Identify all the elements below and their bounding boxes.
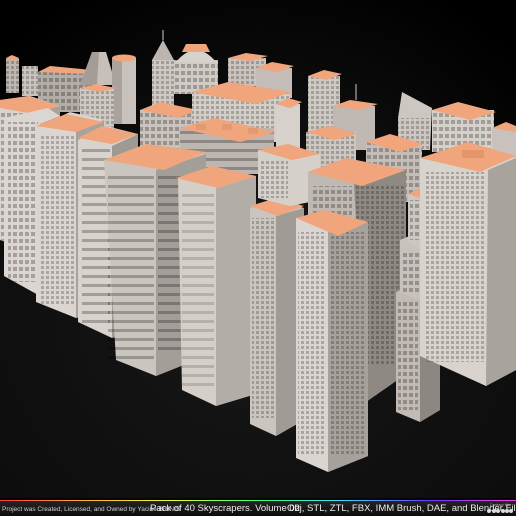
building-back-2 xyxy=(22,66,38,96)
rainbow-stripe xyxy=(0,500,516,501)
building-center-1 xyxy=(176,166,256,406)
behance-icon[interactable] xyxy=(491,509,496,513)
building-center-tall xyxy=(296,210,368,472)
twitter-icon[interactable] xyxy=(509,509,513,513)
pack-title: Pack of 40 Skyscrapers. Volume 02 xyxy=(150,503,300,514)
file-formats: Obj, STL, ZTL, FBX, IMM Brush, DAE, and … xyxy=(287,503,516,514)
social-links: Contact Me xyxy=(487,503,513,514)
right-row-buildings xyxy=(420,142,516,386)
artstation-icon[interactable] xyxy=(487,509,491,513)
facebook-icon[interactable] xyxy=(500,509,505,513)
building-right-large xyxy=(420,142,516,386)
building-center-2 xyxy=(250,198,304,436)
building-cylinder xyxy=(112,54,136,124)
building-mid-5 xyxy=(276,98,302,148)
skyscraper-render xyxy=(0,0,516,500)
instagram-icon[interactable] xyxy=(496,509,500,513)
social-label: Contact Me xyxy=(489,502,511,507)
building-back-1 xyxy=(6,55,19,93)
footer-bar: Project was Created, Licensed, and Owned… xyxy=(0,500,516,516)
